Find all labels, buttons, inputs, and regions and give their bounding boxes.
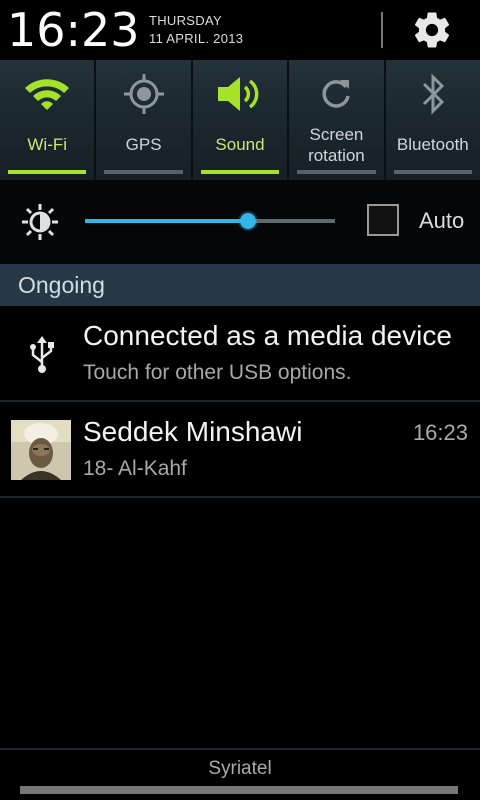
notification-title: Seddek Minshawi [83, 416, 303, 447]
notification-time: 16:23 [412, 420, 468, 445]
notification-subtitle: 18- Al-Kahf [83, 457, 187, 480]
usb-icon [28, 336, 56, 379]
section-title: Ongoing [18, 272, 105, 298]
weekday: THURSDAY [149, 13, 222, 28]
toggle-indicator [297, 170, 376, 174]
carrier-label: Syriatel [208, 758, 272, 779]
notification-music[interactable]: Seddek Minshawi 18- Al-Kahf 16:23 [0, 402, 480, 496]
wifi-icon [25, 79, 70, 110]
notification-usb[interactable]: Connected as a media device Touch for ot… [0, 306, 480, 400]
album-art [11, 420, 71, 480]
settings-button[interactable] [404, 6, 460, 54]
toggle-gps[interactable]: GPS [96, 60, 193, 180]
brightness-icon [20, 202, 60, 247]
toggle-label-line2: rotation [308, 146, 365, 165]
toggle-indicator [200, 170, 280, 174]
toggle-indicator [104, 170, 183, 174]
notification-title: Connected as a media device [83, 320, 452, 351]
ongoing-section-header: Ongoing [0, 264, 480, 306]
toggle-label: Screen rotation [289, 124, 383, 166]
gps-icon [123, 74, 164, 114]
gear-icon [414, 12, 450, 48]
drag-handle[interactable] [20, 786, 458, 794]
toggle-label-line1: Screen [309, 125, 364, 144]
toggle-wifi[interactable]: Wi-Fi [0, 60, 97, 180]
toggle-screen-rotation[interactable]: Screen rotation [289, 60, 386, 180]
notification-subtitle: Touch for other USB options. [83, 361, 352, 384]
notification-header: 16:23 THURSDAY 11 APRIL. 2013 [0, 0, 480, 60]
brightness-slider-fill [85, 219, 248, 223]
bluetooth-icon [422, 73, 444, 115]
toggle-sound[interactable]: Sound [192, 60, 290, 180]
speaker-icon [218, 77, 259, 111]
toggle-bluetooth[interactable]: Bluetooth [385, 60, 480, 180]
rotation-icon [322, 80, 351, 108]
toggle-indicator [8, 170, 87, 174]
toggle-label: Bluetooth [396, 135, 469, 154]
clock: 16:23 [7, 3, 140, 57]
toggle-label: GPS [125, 135, 162, 154]
auto-brightness-checkbox[interactable] [367, 204, 399, 236]
footer-divider [0, 748, 480, 750]
quick-settings-toggles: Wi-Fi GPS Sound Screen rotation Bluetoot… [0, 60, 480, 180]
brightness-slider-thumb[interactable] [240, 213, 256, 229]
date: 11 APRIL. 2013 [149, 31, 244, 46]
toggle-label: Wi-Fi [27, 135, 68, 154]
toggle-label: Sound [215, 135, 265, 154]
notification-divider [0, 496, 480, 498]
toggle-indicator [393, 170, 473, 174]
header-divider [381, 12, 383, 48]
auto-brightness-label: Auto [419, 208, 465, 233]
